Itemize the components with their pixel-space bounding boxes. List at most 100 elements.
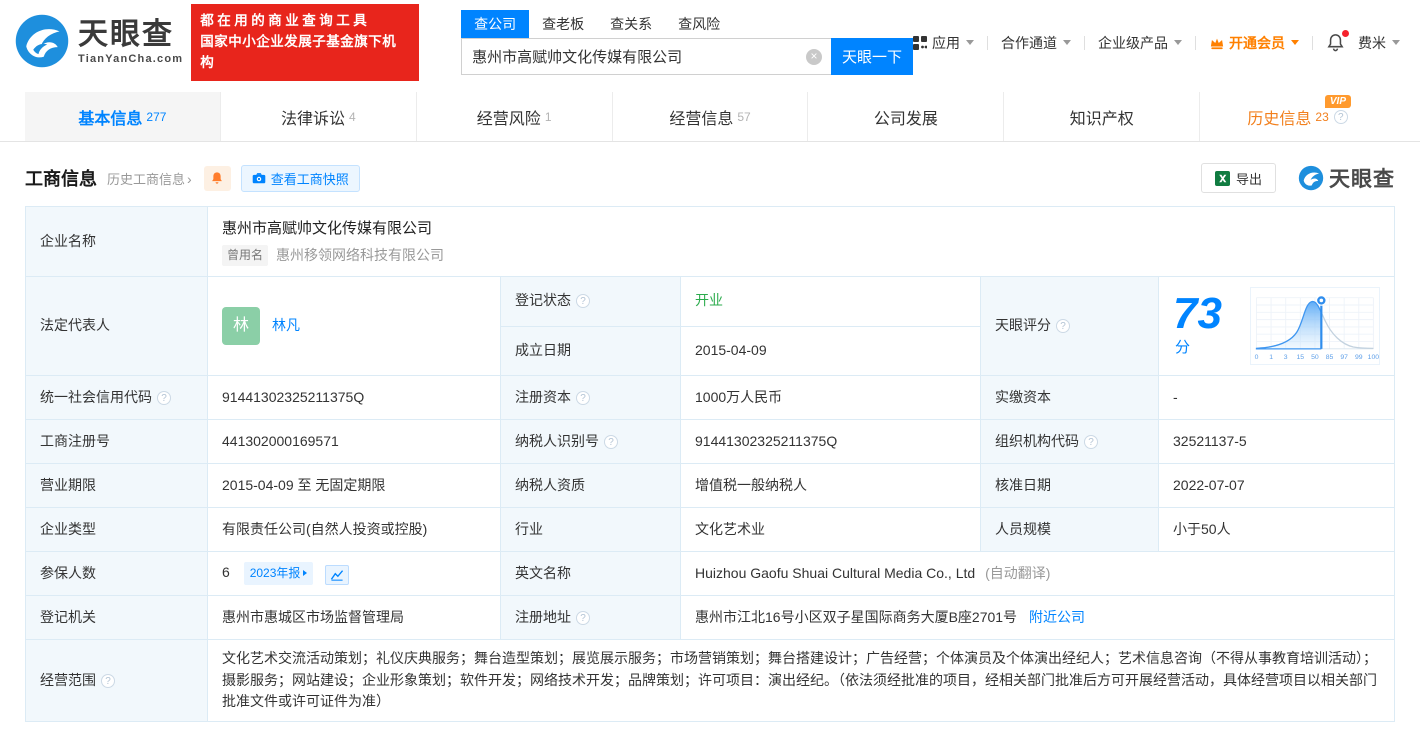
tab-history-info[interactable]: VIP 历史信息 23 [1199, 92, 1395, 141]
history-business-info-link[interactable]: 历史工商信息 [107, 169, 192, 188]
watermark-text: 天眼查 [1329, 168, 1395, 191]
legal-rep-link[interactable]: 林凡 [272, 315, 300, 337]
menu-user[interactable]: 费米 [1358, 33, 1400, 53]
menu-apps[interactable]: 应用 [913, 33, 974, 53]
menu-cooperation[interactable]: 合作通道 [1001, 33, 1071, 53]
tab-company-development[interactable]: 公司发展 [807, 92, 1003, 141]
menu-vip[interactable]: 开通会员 [1209, 33, 1299, 53]
chevron-down-icon [1174, 40, 1182, 45]
svg-text:50: 50 [1311, 354, 1319, 361]
tab-count: 1 [544, 109, 552, 124]
help-icon[interactable] [576, 390, 590, 405]
table-row: 参保人数 6 2023年报 英文名称 Huizhou Gaofu Shuai C… [25, 551, 1395, 596]
divider [987, 35, 988, 50]
tianyancha-logo[interactable]: 天眼查 TianYanCha.com [14, 13, 183, 72]
field-label: 法定代表人 [25, 276, 208, 376]
help-icon[interactable] [604, 434, 618, 449]
menu-enterprise[interactable]: 企业级产品 [1098, 33, 1182, 53]
search-tab-risk[interactable]: 查风险 [665, 10, 733, 38]
staff-size-cell: 小于50人 [1158, 507, 1395, 552]
tab-count: 277 [146, 109, 167, 124]
notifications-bell[interactable] [1326, 30, 1349, 52]
auto-translate-note: (自动翻译) [985, 564, 1051, 581]
search-block: 查公司 查老板 查关系 查风险 天眼一下 [461, 10, 913, 75]
score-distribution-chart[interactable]: 0 1 3 15 50 85 97 99 100 [1250, 287, 1380, 365]
search-tabs: 查公司 查老板 查关系 查风险 [461, 10, 913, 38]
help-icon[interactable] [1056, 319, 1070, 334]
search-tab-company[interactable]: 查公司 [461, 10, 530, 38]
table-row: 登记机关 惠州市惠城区市场监督管理局 注册地址 惠州市江北16号小区双子星国际商… [25, 595, 1395, 640]
english-name-cell: Huizhou Gaofu Shuai Cultural Media Co., … [680, 551, 1395, 596]
chevron-right-icon [187, 172, 192, 187]
username-label: 费米 [1358, 34, 1386, 51]
chevron-down-icon [1392, 40, 1400, 45]
business-term-cell: 2015-04-09 至 无固定期限 [207, 463, 501, 508]
help-icon[interactable] [157, 390, 171, 405]
search-input[interactable] [472, 48, 799, 65]
top-header: 天眼查 TianYanCha.com 都在用的商业查询工具 国家中小企业发展子基… [0, 0, 1420, 85]
vip-badge: VIP [1324, 95, 1352, 108]
svg-text:0: 0 [1255, 354, 1259, 361]
help-icon[interactable] [1084, 434, 1098, 449]
insured-trend-chart-icon[interactable] [325, 565, 350, 585]
help-icon[interactable] [1333, 109, 1348, 124]
field-label: 成立日期 [500, 325, 681, 376]
export-button[interactable]: 导出 [1200, 163, 1276, 193]
svg-text:100: 100 [1368, 354, 1380, 361]
english-name: Huizhou Gaofu Shuai Cultural Media Co., … [695, 564, 976, 581]
help-icon[interactable] [101, 673, 115, 688]
notification-dot [1342, 30, 1349, 37]
tab-intellectual-property[interactable]: 知识产权 [1003, 92, 1199, 141]
help-icon[interactable] [576, 294, 590, 309]
tianyancha-logo-icon [14, 13, 70, 72]
business-info-table: 企业名称 惠州市高赋帅文化传媒有限公司 曾用名 惠州移领网络科技有限公司 法定代… [25, 206, 1395, 723]
tab-count: 23 [1315, 109, 1329, 124]
monitor-bell-button[interactable] [203, 165, 231, 191]
field-label: 天眼评分 [980, 276, 1159, 376]
divider [1312, 35, 1313, 50]
field-label: 工商注册号 [25, 419, 208, 464]
uscc-cell: 91441302325211375Q [207, 375, 501, 420]
tab-operation-info[interactable]: 经营信息 57 [611, 92, 808, 141]
help-icon[interactable] [576, 610, 590, 625]
top-menu: 应用 合作通道 企业级产品 开通会员 费米 [913, 30, 1400, 53]
table-row: 法定代表人 林 林凡 登记状态 开业 天眼评分 73分 [25, 276, 1395, 376]
field-label: 实缴资本 [980, 375, 1159, 420]
svg-text:15: 15 [1297, 354, 1305, 361]
reg-address-cell: 惠州市江北16号小区双子星国际商务大厦B座2701号 附近公司 [680, 595, 1395, 640]
table-row: 营业期限 2015-04-09 至 无固定期限 纳税人资质 增值税一般纳税人 核… [25, 463, 1395, 508]
camera-icon [252, 173, 265, 184]
search-input-wrap [461, 38, 831, 75]
slogan-line1: 都在用的商业查询工具 [200, 13, 371, 29]
section-title: 工商信息 [25, 169, 97, 189]
search-tab-boss[interactable]: 查老板 [529, 10, 597, 38]
tab-basic-info[interactable]: 基本信息 277 [25, 92, 220, 141]
insured-cell: 6 2023年报 [207, 551, 501, 596]
search-tab-relation[interactable]: 查关系 [597, 10, 665, 38]
table-row: 统一社会信用代码 91441302325211375Q 注册资本 1000万人民… [25, 375, 1395, 420]
field-label: 统一社会信用代码 [25, 375, 208, 420]
tab-operation-risk[interactable]: 经营风险 1 [415, 92, 612, 141]
tab-label: 历史信息 [1247, 110, 1312, 128]
bell-icon [212, 172, 223, 184]
search-button[interactable]: 天眼一下 [831, 38, 913, 75]
tab-label: 经营信息 [669, 110, 734, 128]
annual-report-badge[interactable]: 2023年报 [243, 562, 314, 585]
chevron-down-icon [966, 40, 974, 45]
reg-number-cell: 441302000169571 [207, 419, 501, 464]
watermark-logo: 天眼查 [1298, 163, 1395, 193]
field-label: 人员规模 [980, 507, 1159, 552]
logo-en-text: TianYanCha.com [78, 53, 184, 65]
svg-text:1: 1 [1269, 354, 1273, 361]
clear-search-icon[interactable] [806, 48, 822, 65]
field-label: 纳税人识别号 [500, 419, 681, 464]
tab-label: 基本信息 [78, 110, 143, 128]
view-snapshot-button[interactable]: 查看工商快照 [240, 164, 360, 192]
tab-legal-proceedings[interactable]: 法律诉讼 4 [219, 92, 416, 141]
table-row: 经营范围 文化艺术交流活动策划；礼仪庆典服务；舞台造型策划；展览展示服务；市场营… [25, 638, 1395, 723]
nearby-companies-link[interactable]: 附近公司 [1029, 609, 1085, 625]
field-label: 组织机构代码 [980, 419, 1159, 464]
legal-rep-avatar[interactable]: 林 [222, 307, 260, 345]
tab-label: 法律诉讼 [280, 110, 345, 128]
divider [1195, 35, 1196, 50]
